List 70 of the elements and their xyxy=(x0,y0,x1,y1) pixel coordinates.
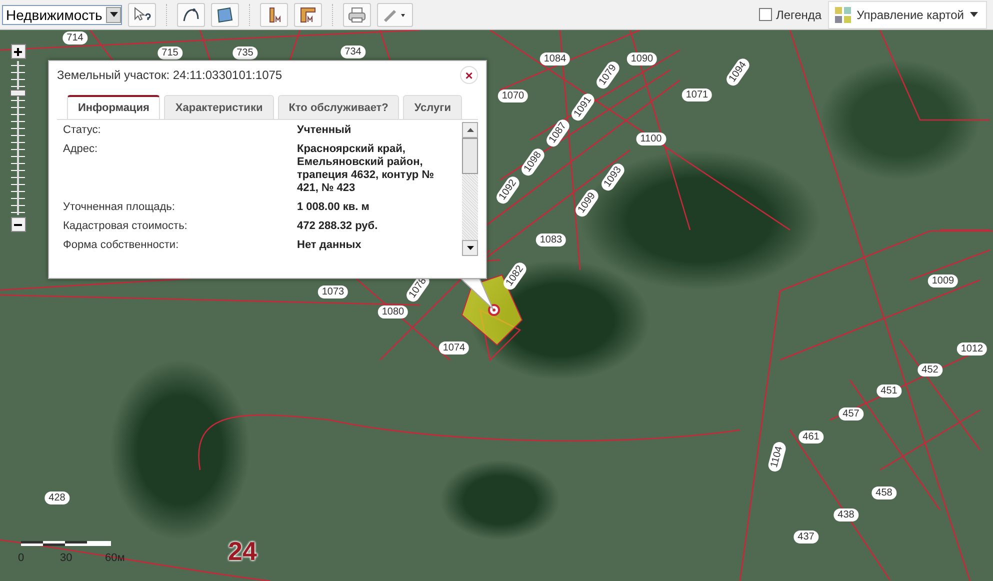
parcel-number: 428 xyxy=(44,492,70,504)
parcel-number: 1104 xyxy=(766,441,788,473)
length-tool-button[interactable] xyxy=(260,2,288,26)
parcel-number: 458 xyxy=(872,486,896,500)
zoom-slider-thumb[interactable] xyxy=(10,90,26,97)
polygon-tool-button[interactable] xyxy=(211,2,240,26)
field-label: Уточненная площадь: xyxy=(63,201,176,214)
area-ruler-icon xyxy=(300,6,316,22)
field-value: Нет данных xyxy=(297,239,362,252)
parcel-number: 457 xyxy=(838,408,864,420)
parcel-number: 1090 xyxy=(626,52,658,66)
field-value: Учтенный xyxy=(297,124,352,137)
parcel-number: 1012 xyxy=(956,342,988,356)
print-button[interactable] xyxy=(343,2,372,26)
parcel-number: 1084 xyxy=(540,52,570,66)
ruler-icon xyxy=(267,6,282,22)
parcel-number: 461 xyxy=(798,430,824,444)
parcel-number: 1071 xyxy=(682,88,712,102)
parcel-number: 1073 xyxy=(318,286,348,298)
parcel-number: 451 xyxy=(876,384,902,398)
scrollbar[interactable] xyxy=(462,122,478,256)
scroll-up-icon xyxy=(466,128,474,132)
field-value: Красноярский край, Емельяновский район, трапеция 4632, контур № 421, № 423 xyxy=(297,143,435,195)
caret-icon xyxy=(970,12,978,17)
field-value: 472 288.32 руб. xyxy=(297,220,379,233)
scale-label: 30 xyxy=(60,552,72,564)
close-button[interactable]: × xyxy=(460,66,478,84)
parcel-number: 1100 xyxy=(636,132,666,146)
caret-icon xyxy=(110,12,118,17)
parcel-number: 1080 xyxy=(378,306,408,318)
parcel-number: 1074 xyxy=(438,342,470,354)
identify-tool-button[interactable] xyxy=(128,2,156,26)
popup-tab[interactable]: Услуги xyxy=(403,95,462,120)
map-control-button[interactable]: Управление картой xyxy=(828,0,987,28)
parcel-number: 734 xyxy=(340,46,366,58)
polygon-icon xyxy=(216,6,234,22)
legend-checkbox[interactable]: Легенда xyxy=(758,8,822,22)
satellite-map-placeholder[interactable] xyxy=(0,30,993,581)
parcel-number: 438 xyxy=(834,508,858,522)
parcel-number: 1083 xyxy=(536,234,566,246)
area-tool-button[interactable] xyxy=(294,2,322,26)
parcel-number: 1070 xyxy=(498,90,528,102)
field-label: Форма собственности: xyxy=(63,239,180,252)
parcel-number: 735 xyxy=(232,46,258,60)
zoom-in-button[interactable] xyxy=(10,44,26,59)
scale-label: 0 xyxy=(18,552,24,564)
zoom-out-button[interactable] xyxy=(10,217,26,232)
parcel-number: 437 xyxy=(794,530,818,544)
popup-tab[interactable]: Характеристики xyxy=(164,95,274,120)
curve-tool-button[interactable] xyxy=(177,2,206,26)
layer-select[interactable]: Недвижимость xyxy=(2,4,122,24)
cursor-question-icon xyxy=(133,6,152,22)
field-label: Статус: xyxy=(63,124,102,137)
parcel-number: 715 xyxy=(158,46,182,60)
plus-icon xyxy=(14,48,22,56)
parcel-number: 1009 xyxy=(928,274,958,288)
region-number: 24 xyxy=(228,536,257,567)
popup-title: Земельный участок: 24:11:0330101:1075 xyxy=(57,68,282,82)
parcel-number: 714 xyxy=(62,32,88,44)
field-label: Адрес: xyxy=(63,143,99,157)
curve-icon xyxy=(182,6,200,22)
link-button[interactable] xyxy=(377,2,414,26)
field-value: 1 008.00 кв. м xyxy=(297,201,370,214)
popup-tab[interactable]: Информация xyxy=(67,95,160,120)
parcel-number: 452 xyxy=(918,364,942,376)
scroll-down-icon xyxy=(466,246,474,250)
popup-tab[interactable]: Кто обслуживает? xyxy=(278,95,400,120)
printer-icon xyxy=(348,6,366,22)
grid-icon xyxy=(834,6,851,22)
field-label: Кадастровая стоимость: xyxy=(63,220,188,233)
